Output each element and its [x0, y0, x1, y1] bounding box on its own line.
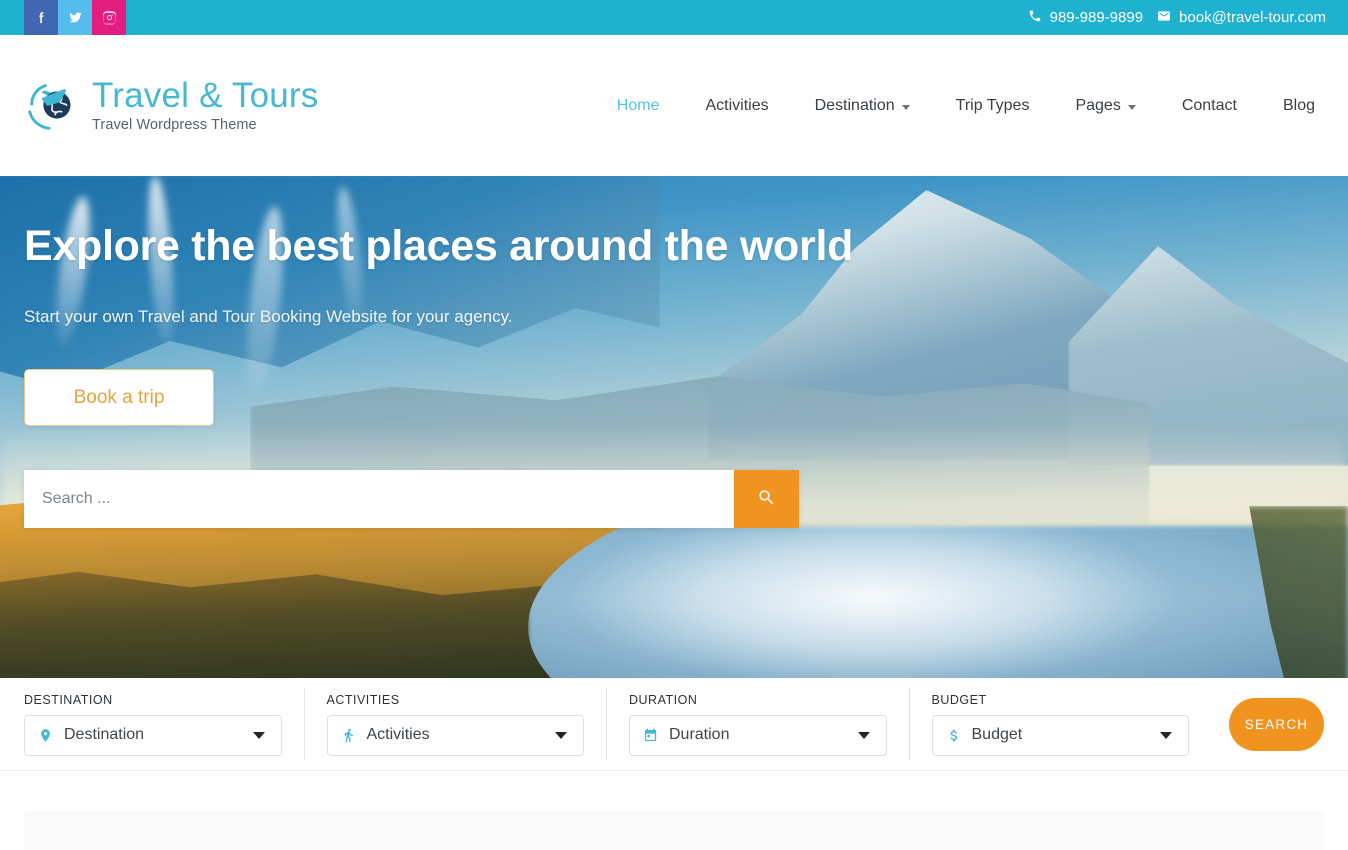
- walking-person-icon: [340, 728, 357, 743]
- twitter-icon[interactable]: [58, 0, 92, 35]
- filter-label-activities: ACTIVITIES: [326, 692, 400, 707]
- activities-value: Activities: [366, 726, 430, 743]
- filter-label-budget: BUDGET: [931, 692, 987, 707]
- trip-filter-bar: DESTINATION Destination ACTIVITIES Activ…: [0, 678, 1348, 771]
- hero-title: Explore the best places around the world: [24, 222, 854, 270]
- chevron-down-icon: [252, 731, 265, 739]
- email-address: book@travel-tour.com: [1179, 9, 1326, 26]
- map-pin-icon: [37, 728, 54, 743]
- nav-label: Home: [616, 96, 660, 114]
- facebook-icon[interactable]: [24, 0, 58, 35]
- filter-destination: DESTINATION Destination: [24, 688, 304, 760]
- activities-select[interactable]: Activities: [326, 714, 584, 756]
- logo-title: Travel & Tours: [92, 76, 319, 116]
- content-area-below-filters: [0, 771, 1348, 850]
- nav-item-activities[interactable]: Activities: [682, 97, 791, 115]
- site-logo[interactable]: Travel & Tours Travel Wordpress Theme: [24, 75, 319, 137]
- contact-info: 989-989-9899 book@travel-tour.com: [1028, 0, 1326, 35]
- destination-select[interactable]: Destination: [24, 714, 282, 756]
- hero-subtitle: Start your own Travel and Tour Booking W…: [24, 307, 513, 326]
- budget-value: Budget: [971, 726, 1023, 743]
- content-placeholder-panel: [24, 811, 1324, 850]
- duration-select[interactable]: Duration: [629, 714, 887, 756]
- filter-budget: BUDGET Budget: [908, 688, 1212, 760]
- nav-label: Contact: [1181, 96, 1237, 114]
- book-a-trip-button[interactable]: Book a trip: [24, 369, 214, 426]
- hero-section: Explore the best places around the world…: [0, 176, 1348, 678]
- envelope-icon: [1157, 9, 1171, 27]
- chevron-down-icon: [1127, 104, 1136, 110]
- search-input[interactable]: [24, 470, 734, 528]
- site-header: Travel & Tours Travel Wordpress Theme Ho…: [0, 35, 1348, 176]
- top-bar: 989-989-9899 book@travel-tour.com: [0, 0, 1348, 35]
- email-contact[interactable]: book@travel-tour.com: [1157, 9, 1326, 27]
- hero-search-bar: [24, 470, 799, 528]
- instagram-icon[interactable]: [92, 0, 126, 35]
- search-icon: [757, 488, 776, 510]
- main-navigation: Home Activities Destination Trip Types P…: [594, 97, 1323, 115]
- social-links: [24, 0, 126, 35]
- chevron-down-icon: [555, 731, 567, 739]
- destination-value: Destination: [64, 726, 145, 743]
- airplane-globe-logo-icon: [24, 75, 86, 137]
- chevron-down-icon: [1160, 731, 1172, 739]
- nav-item-destination[interactable]: Destination: [792, 97, 933, 115]
- nav-label: Trip Types: [955, 96, 1030, 114]
- filter-duration: DURATION Duration: [606, 688, 909, 760]
- dollar-icon: [945, 728, 962, 743]
- budget-select[interactable]: Budget: [931, 714, 1189, 756]
- nav-item-home[interactable]: Home: [594, 97, 683, 115]
- nav-item-blog[interactable]: Blog: [1260, 97, 1323, 115]
- nav-label: Pages: [1075, 96, 1121, 114]
- phone-contact[interactable]: 989-989-9899: [1028, 9, 1143, 27]
- nav-label: Activities: [705, 96, 769, 114]
- chevron-down-icon: [901, 104, 910, 110]
- nav-item-contact[interactable]: Contact: [1159, 97, 1260, 115]
- nav-item-pages[interactable]: Pages: [1052, 97, 1158, 115]
- nav-label: Destination: [814, 96, 895, 114]
- filter-activities: ACTIVITIES Activities: [303, 688, 607, 760]
- phone-icon: [1028, 9, 1042, 27]
- filter-search-button[interactable]: SEARCH: [1229, 697, 1324, 751]
- filter-label-destination: DESTINATION: [24, 692, 113, 707]
- chevron-down-icon: [857, 731, 870, 739]
- duration-value: Duration: [669, 726, 730, 743]
- filter-label-duration: DURATION: [629, 692, 698, 707]
- nav-item-trip-types[interactable]: Trip Types: [933, 97, 1053, 115]
- nav-label: Blog: [1282, 96, 1315, 114]
- hero-search-button[interactable]: [734, 470, 799, 528]
- logo-subtitle: Travel Wordpress Theme: [92, 117, 257, 134]
- calendar-icon: [642, 728, 659, 743]
- phone-number: 989-989-9899: [1049, 9, 1144, 26]
